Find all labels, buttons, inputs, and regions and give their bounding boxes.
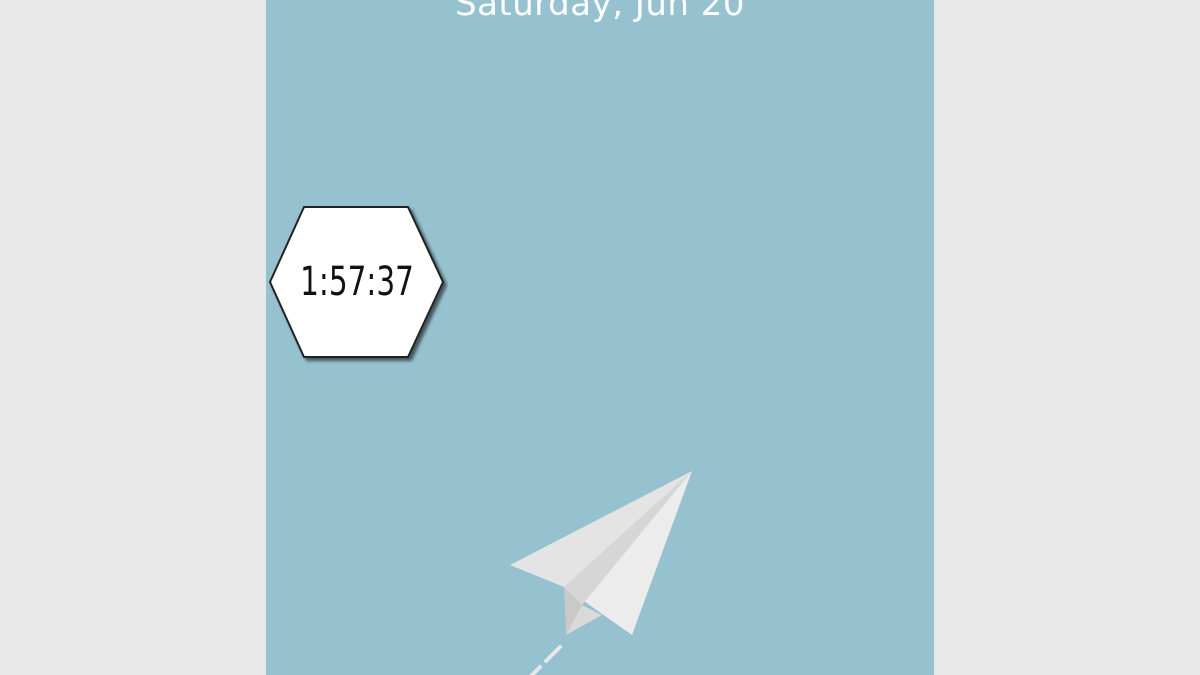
screen-stage: Saturday, Jun 20 1:57:37 [0, 0, 1200, 675]
lockscreen-date: Saturday, Jun 20 [454, 0, 746, 24]
hexagon-clock-widget[interactable]: 1:57:37 [268, 205, 446, 361]
lockscreen: Saturday, Jun 20 1:57:37 [266, 0, 934, 675]
paper-plane-icon [510, 471, 692, 675]
clock-time: 1:57:37 [300, 259, 414, 305]
